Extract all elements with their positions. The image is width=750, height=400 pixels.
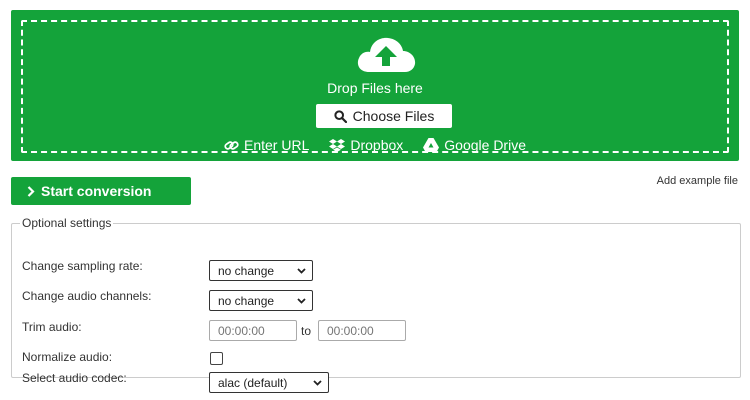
optional-settings: Optional settings Change sampling rate: … <box>11 216 741 393</box>
upload-dropzone[interactable]: Drop Files here Choose Files Enter URL D… <box>11 10 739 161</box>
start-conversion-label: Start conversion <box>41 183 152 199</box>
normalize-audio-label: Normalize audio: <box>22 350 113 364</box>
upload-sources: Enter URL Dropbox Google Drive <box>23 137 727 153</box>
trim-audio-label: Trim audio: <box>22 320 82 334</box>
audio-codec-select[interactable]: alac (default) <box>209 372 329 393</box>
trim-start-input[interactable] <box>209 320 297 341</box>
normalize-audio-checkbox[interactable] <box>210 352 223 365</box>
chevron-down-icon <box>297 297 306 304</box>
audio-codec-value: alac (default) <box>218 375 288 390</box>
dropzone-dashed-border: Drop Files here Choose Files Enter URL D… <box>21 20 729 153</box>
choose-files-button[interactable]: Choose Files <box>316 104 452 128</box>
drop-files-label: Drop Files here <box>327 80 423 96</box>
audio-channels-label: Change audio channels: <box>22 289 152 303</box>
chevron-down-icon <box>297 267 306 274</box>
sampling-rate-value: no change <box>218 263 275 278</box>
google-drive-link[interactable]: Google Drive <box>423 137 526 153</box>
trim-to-label: to <box>301 324 312 338</box>
dropbox-icon <box>329 139 346 152</box>
choose-files-label: Choose Files <box>352 108 435 124</box>
chevron-down-icon <box>313 379 322 386</box>
google-drive-label: Google Drive <box>444 137 526 153</box>
search-icon <box>334 109 347 123</box>
trim-end-input[interactable] <box>318 320 406 341</box>
optional-settings-legend: Optional settings <box>22 216 112 230</box>
sampling-rate-select[interactable]: no change <box>209 260 313 281</box>
dropbox-label: Dropbox <box>350 137 404 153</box>
add-example-file-link[interactable]: Add example file <box>657 175 738 187</box>
start-conversion-button[interactable]: Start conversion <box>11 177 191 205</box>
cloud-upload-icon <box>357 37 416 72</box>
enter-url-label: Enter URL <box>244 137 310 153</box>
google-drive-icon <box>423 138 440 152</box>
audio-channels-value: no change <box>218 293 275 308</box>
link-icon <box>224 140 239 150</box>
audio-channels-select[interactable]: no change <box>209 290 313 311</box>
sampling-rate-label: Change sampling rate: <box>22 259 143 273</box>
chevron-right-icon <box>27 185 35 197</box>
dropbox-link[interactable]: Dropbox <box>329 137 403 153</box>
enter-url-link[interactable]: Enter URL <box>224 137 309 153</box>
audio-codec-label: Select audio codec: <box>22 371 127 385</box>
